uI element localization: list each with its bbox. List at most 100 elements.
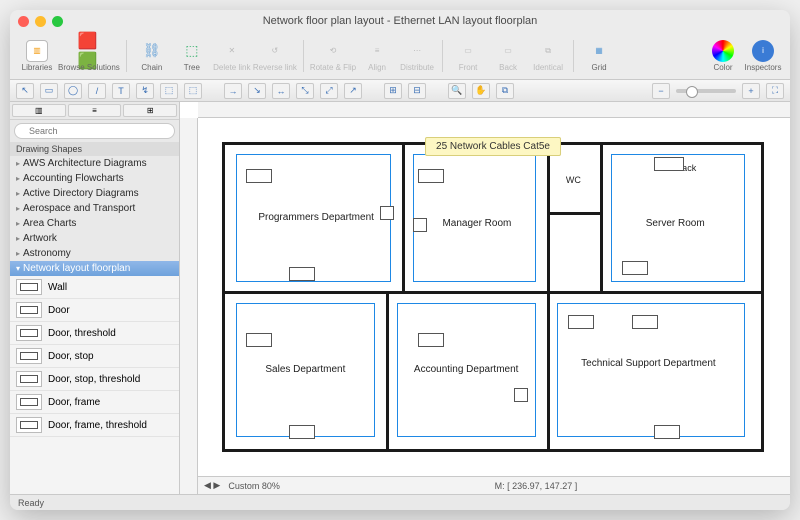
delete-link-button[interactable]: ✕Delete link bbox=[213, 34, 251, 78]
zoom-in-tool[interactable]: 🔍 bbox=[448, 83, 466, 99]
libraries-button[interactable]: ▥Libraries bbox=[18, 34, 56, 78]
crop-tool[interactable]: ⧉ bbox=[496, 83, 514, 99]
arrow-tool-3[interactable]: ↔ bbox=[272, 83, 290, 99]
snap-tool-1[interactable]: ⊞ bbox=[384, 83, 402, 99]
device-icon[interactable] bbox=[632, 315, 658, 329]
sidebar-tab-2[interactable]: ≡ bbox=[68, 104, 122, 117]
wall bbox=[386, 291, 389, 449]
ellipse-tool[interactable]: ◯ bbox=[64, 83, 82, 99]
align-button[interactable]: ≡Align bbox=[358, 34, 396, 78]
reverse-link-button[interactable]: ↺Reverse link bbox=[253, 34, 297, 78]
pointer-tool[interactable]: ↖ bbox=[16, 83, 34, 99]
device-icon[interactable] bbox=[568, 315, 594, 329]
arrow-tool-5[interactable]: ⤢ bbox=[320, 83, 338, 99]
zoom-slider[interactable] bbox=[676, 89, 736, 93]
grid-button[interactable]: ▦Grid bbox=[580, 34, 618, 78]
text-tool[interactable]: T bbox=[112, 83, 130, 99]
shape-thumb-icon bbox=[16, 371, 42, 387]
rotate-flip-button[interactable]: ⟲Rotate & Flip bbox=[310, 34, 356, 78]
canvas-area: 25 Network Cables Cat5e Programmers Depa… bbox=[180, 102, 790, 494]
search-input[interactable] bbox=[14, 123, 175, 139]
tree-button[interactable]: ⬚Tree bbox=[173, 34, 211, 78]
tree-item[interactable]: Artwork bbox=[10, 231, 179, 246]
wall bbox=[225, 291, 761, 294]
sidebar-tabs: ▥ ≡ ⊞ bbox=[10, 102, 179, 120]
window-title: Network floor plan layout - Ethernet LAN… bbox=[10, 15, 790, 27]
shape-item[interactable]: Door bbox=[10, 299, 179, 322]
tree-item[interactable]: Astronomy bbox=[10, 246, 179, 261]
zoom-in-button[interactable]: + bbox=[742, 83, 760, 99]
ruler-horizontal bbox=[198, 102, 790, 118]
tree-item-selected[interactable]: Network layout floorplan bbox=[10, 261, 179, 276]
more-tool-1[interactable]: ⬚ bbox=[160, 83, 178, 99]
shape-thumb-icon bbox=[16, 279, 42, 295]
device-icon[interactable] bbox=[246, 169, 272, 183]
hand-tool[interactable]: ✋ bbox=[472, 83, 490, 99]
rect-tool[interactable]: ▭ bbox=[40, 83, 58, 99]
tool-strip: ↖ ▭ ◯ / T ↯ ⬚ ⬚ → ↘ ↔ ⤡ ⤢ ↗ ⊞ ⊟ 🔍 ✋ ⧉ − … bbox=[10, 80, 790, 102]
device-icon[interactable] bbox=[418, 333, 444, 347]
shape-item[interactable]: Door, stop, threshold bbox=[10, 368, 179, 391]
device-icon[interactable] bbox=[413, 218, 427, 232]
shape-thumb-icon bbox=[16, 394, 42, 410]
browse-solutions-button[interactable]: 🟥🟩Browse Solutions bbox=[58, 34, 120, 78]
sidebar-tab-1[interactable]: ▥ bbox=[12, 104, 66, 117]
identical-button[interactable]: ⧉Identical bbox=[529, 34, 567, 78]
status-bar: Ready bbox=[10, 494, 790, 510]
device-icon[interactable] bbox=[289, 267, 315, 281]
device-icon[interactable] bbox=[246, 333, 272, 347]
tree-item[interactable]: Active Directory Diagrams bbox=[10, 186, 179, 201]
shape-thumb-icon bbox=[16, 325, 42, 341]
room-label: Accounting Department bbox=[407, 364, 525, 375]
device-icon[interactable] bbox=[380, 206, 394, 220]
shape-item[interactable]: Door, frame, threshold bbox=[10, 414, 179, 437]
shape-thumb-icon bbox=[16, 348, 42, 364]
tree-item[interactable]: Area Charts bbox=[10, 216, 179, 231]
fit-button[interactable]: ⛶ bbox=[766, 83, 784, 99]
front-button[interactable]: ▭Front bbox=[449, 34, 487, 78]
inspectors-button[interactable]: iInspectors bbox=[744, 34, 782, 78]
canvas-bottom-bar: ◀ ▶ Custom 80% M: [ 236.97, 147.27 ] bbox=[198, 476, 790, 494]
shape-item[interactable]: Door, threshold bbox=[10, 322, 179, 345]
sidebar-tab-3[interactable]: ⊞ bbox=[123, 104, 177, 117]
page-nav[interactable]: ◀ ▶ bbox=[204, 480, 220, 491]
main-area: ▥ ≡ ⊞ Drawing Shapes AWS Architecture Di… bbox=[10, 102, 790, 494]
tree-item[interactable]: Aerospace and Transport bbox=[10, 201, 179, 216]
tree-item[interactable]: AWS Architecture Diagrams bbox=[10, 156, 179, 171]
wall bbox=[547, 145, 550, 291]
app-window: Network floor plan layout - Ethernet LAN… bbox=[10, 10, 790, 510]
back-button[interactable]: ▭Back bbox=[489, 34, 527, 78]
zoom-readout[interactable]: Custom 80% bbox=[228, 481, 280, 491]
main-toolbar: ▥Libraries 🟥🟩Browse Solutions ⛓Chain ⬚Tr… bbox=[10, 32, 790, 80]
shape-thumb-icon bbox=[16, 417, 42, 433]
more-tool-2[interactable]: ⬚ bbox=[184, 83, 202, 99]
tree-item[interactable]: Accounting Flowcharts bbox=[10, 171, 179, 186]
device-icon[interactable] bbox=[622, 261, 648, 275]
device-icon[interactable] bbox=[654, 157, 684, 171]
device-icon[interactable] bbox=[654, 425, 680, 439]
device-icon[interactable] bbox=[514, 388, 528, 402]
shape-item[interactable]: Door, stop bbox=[10, 345, 179, 368]
line-tool[interactable]: / bbox=[88, 83, 106, 99]
device-icon[interactable] bbox=[289, 425, 315, 439]
drawing-canvas[interactable]: 25 Network Cables Cat5e Programmers Depa… bbox=[202, 122, 784, 472]
shape-item[interactable]: Door, frame bbox=[10, 391, 179, 414]
snap-tool-2[interactable]: ⊟ bbox=[408, 83, 426, 99]
tree-heading: Drawing Shapes bbox=[10, 142, 179, 156]
device-icon[interactable] bbox=[418, 169, 444, 183]
arrow-tool-1[interactable]: → bbox=[224, 83, 242, 99]
wall bbox=[402, 145, 405, 291]
distribute-button[interactable]: ⋯Distribute bbox=[398, 34, 436, 78]
shape-item[interactable]: Wall bbox=[10, 276, 179, 299]
zoom-out-button[interactable]: − bbox=[652, 83, 670, 99]
chain-button[interactable]: ⛓Chain bbox=[133, 34, 171, 78]
arrow-tool-4[interactable]: ⤡ bbox=[296, 83, 314, 99]
color-button[interactable]: Color bbox=[704, 34, 742, 78]
arrow-tool-6[interactable]: ↗ bbox=[344, 83, 362, 99]
room-label: Programmers Department bbox=[257, 212, 375, 223]
room-label: Manager Room bbox=[423, 218, 530, 229]
connector-tool[interactable]: ↯ bbox=[136, 83, 154, 99]
status-text: Ready bbox=[18, 498, 44, 508]
callout-label[interactable]: 25 Network Cables Cat5e bbox=[425, 137, 561, 156]
arrow-tool-2[interactable]: ↘ bbox=[248, 83, 266, 99]
